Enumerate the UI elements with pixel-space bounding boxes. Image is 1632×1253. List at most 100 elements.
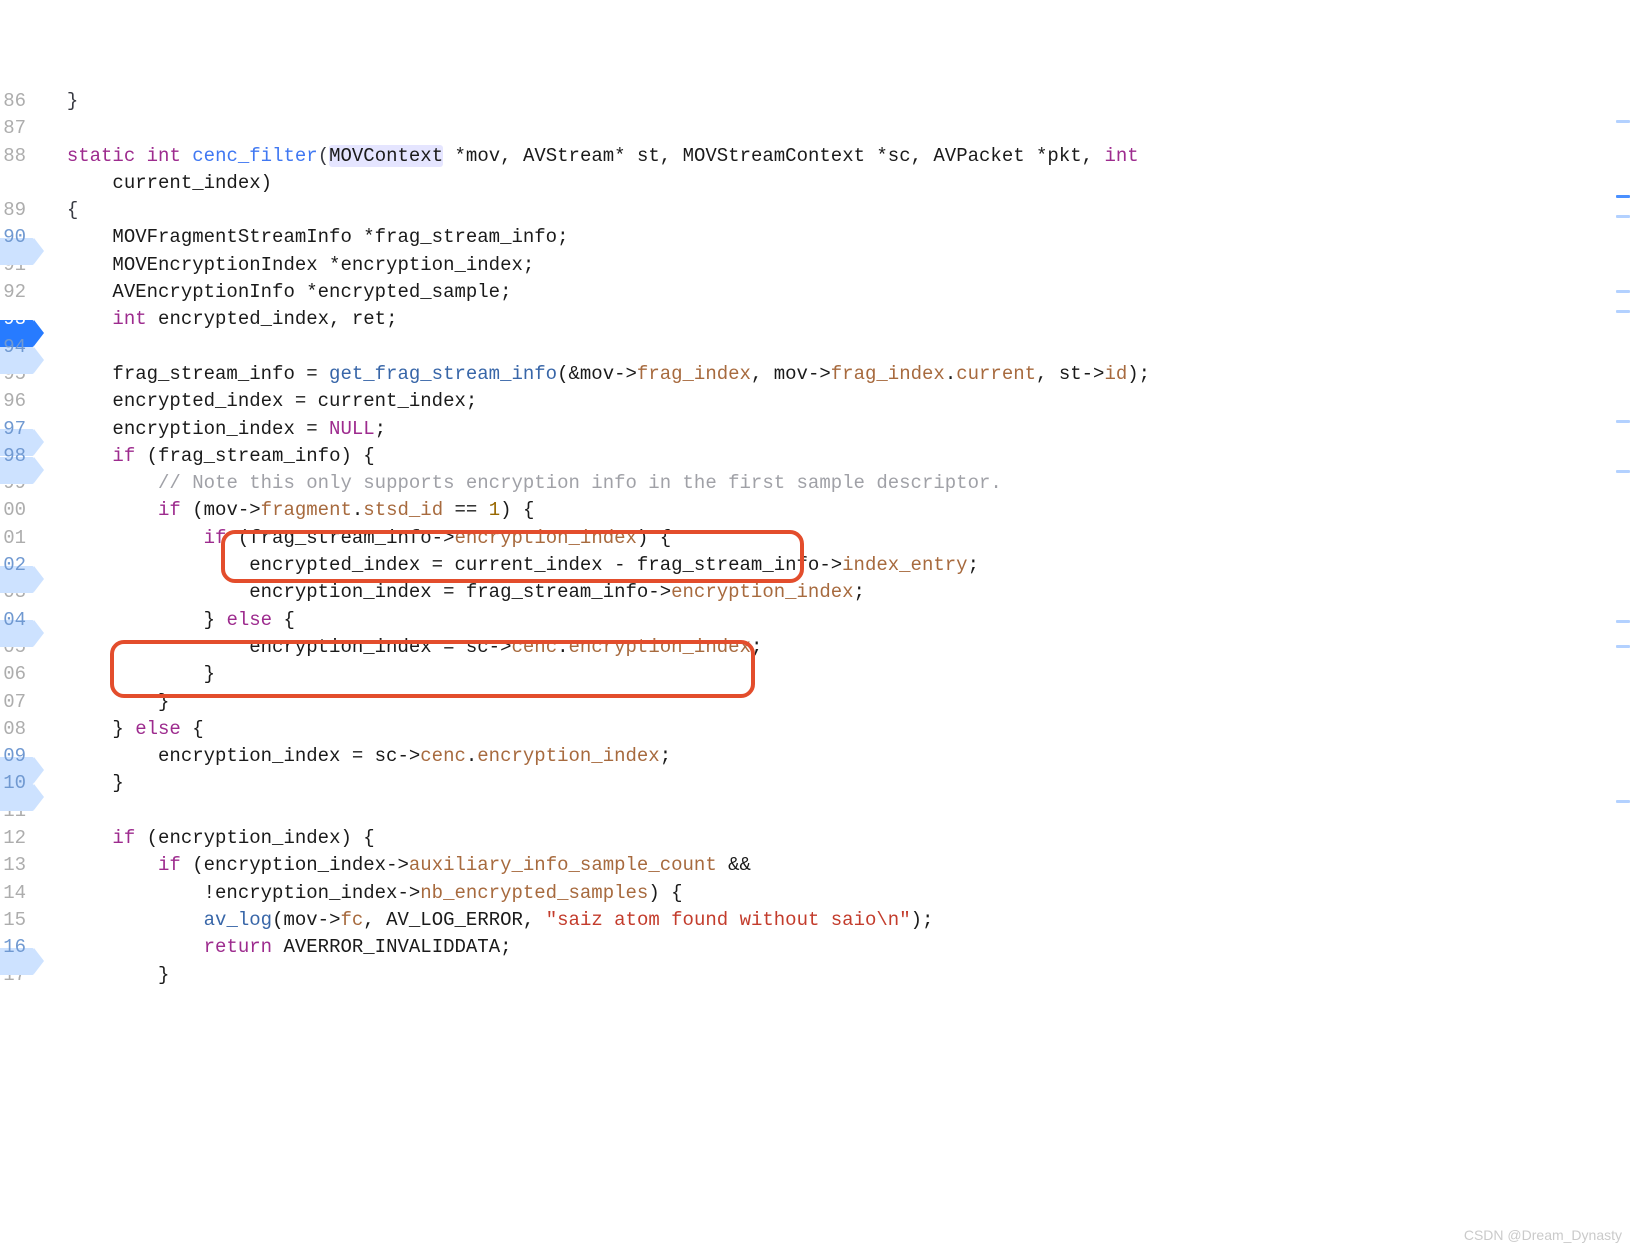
code-text[interactable]: int encrypted_index, ret; xyxy=(40,306,397,333)
line-number: 06 xyxy=(0,661,30,688)
minimap-marker xyxy=(1616,120,1630,123)
code-line[interactable]: 11 xyxy=(0,798,1150,825)
code-line[interactable]: 94 xyxy=(0,334,1150,361)
line-number: 92 xyxy=(0,279,30,306)
code-line[interactable]: 14 !encryption_index->nb_encrypted_sampl… xyxy=(0,880,1150,907)
code-line[interactable]: 05 encryption_index = sc->cenc.encryptio… xyxy=(0,634,1150,661)
code-text[interactable]: current_index) xyxy=(40,170,272,197)
code-text[interactable]: if (frag_stream_info) { xyxy=(40,443,375,470)
code-text[interactable]: } else { xyxy=(40,607,295,634)
code-text[interactable]: return AVERROR_INVALIDDATA; xyxy=(40,934,512,961)
code-text[interactable]: encrypted_index = current_index - frag_s… xyxy=(40,552,979,579)
code-text[interactable]: } xyxy=(40,770,124,797)
code-text[interactable]: MOVFragmentStreamInfo *frag_stream_info; xyxy=(40,224,569,251)
minimap-marker xyxy=(1616,470,1630,473)
line-number: 97 xyxy=(0,416,30,443)
code-text[interactable]: !encryption_index->nb_encrypted_samples)… xyxy=(40,880,683,907)
line-number: 16 xyxy=(0,934,30,961)
line-number: 86 xyxy=(0,88,30,115)
line-number: 13 xyxy=(0,852,30,879)
code-text[interactable]: av_log(mov->fc, AV_LOG_ERROR, "saiz atom… xyxy=(40,907,933,934)
code-text[interactable]: if (mov->fragment.stsd_id == 1) { xyxy=(40,497,534,524)
code-line[interactable]: 17 } xyxy=(0,962,1150,989)
minimap-marker xyxy=(1616,620,1630,623)
code-text[interactable]: static int cenc_filter(MOVContext *mov, … xyxy=(40,143,1139,170)
line-number: 07 xyxy=(0,689,30,716)
code-text[interactable]: encrypted_index = current_index; xyxy=(40,388,477,415)
code-text[interactable]: AVEncryptionInfo *encrypted_sample; xyxy=(40,279,511,306)
line-number: 15 xyxy=(0,907,30,934)
minimap-marker xyxy=(1616,310,1630,313)
line-number: 04 xyxy=(0,607,30,634)
code-content[interactable]: 86 }8788 static int cenc_filter(MOVConte… xyxy=(0,88,1150,989)
code-line[interactable]: 89 { xyxy=(0,197,1150,224)
line-number: 12 xyxy=(0,825,30,852)
code-line[interactable]: 09 encryption_index = sc->cenc.encryptio… xyxy=(0,743,1150,770)
code-text[interactable]: if (encryption_index->auxiliary_info_sam… xyxy=(40,852,751,879)
line-number: 87 xyxy=(0,115,30,142)
watermark: CSDN @Dream_Dynasty xyxy=(1464,1227,1622,1243)
minimap-marker xyxy=(1616,215,1630,218)
minimap-marker xyxy=(1616,420,1630,423)
code-line[interactable]: 01 if (frag_stream_info->encryption_inde… xyxy=(0,525,1150,552)
line-number: 09 xyxy=(0,743,30,770)
code-line[interactable]: 02 encrypted_index = current_index - fra… xyxy=(0,552,1150,579)
line-number: 89 xyxy=(0,197,30,224)
line-number: 98 xyxy=(0,443,30,470)
code-line[interactable]: 06 } xyxy=(0,661,1150,688)
code-line[interactable]: 93 int encrypted_index, ret; xyxy=(0,306,1150,333)
code-line[interactable]: 88 static int cenc_filter(MOVContext *mo… xyxy=(0,143,1150,170)
code-text[interactable]: { xyxy=(40,197,78,224)
code-line[interactable]: 90 MOVFragmentStreamInfo *frag_stream_in… xyxy=(0,224,1150,251)
code-text[interactable]: frag_stream_info = get_frag_stream_info(… xyxy=(40,361,1150,388)
code-line[interactable]: 00 if (mov->fragment.stsd_id == 1) { xyxy=(0,497,1150,524)
code-editor[interactable]: 86 }8788 static int cenc_filter(MOVConte… xyxy=(0,88,1632,989)
code-line[interactable]: 96 encrypted_index = current_index; xyxy=(0,388,1150,415)
code-text[interactable]: // Note this only supports encryption in… xyxy=(40,470,1002,497)
code-line[interactable]: 92 AVEncryptionInfo *encrypted_sample; xyxy=(0,279,1150,306)
code-line[interactable]: current_index) xyxy=(0,170,1150,197)
code-line[interactable]: 03 encryption_index = frag_stream_info->… xyxy=(0,579,1150,606)
code-line[interactable]: 91 MOVEncryptionIndex *encryption_index; xyxy=(0,252,1150,279)
code-text[interactable]: } xyxy=(40,689,169,716)
code-line[interactable]: 04 } else { xyxy=(0,607,1150,634)
minimap-marker xyxy=(1616,195,1630,198)
line-number: 14 xyxy=(0,880,30,907)
code-line[interactable]: 95 frag_stream_info = get_frag_stream_in… xyxy=(0,361,1150,388)
code-line[interactable]: 07 } xyxy=(0,689,1150,716)
line-number: 94 xyxy=(0,334,30,361)
code-line[interactable]: 16 return AVERROR_INVALIDDATA; xyxy=(0,934,1150,961)
minimap-marker xyxy=(1616,800,1630,803)
line-number: 08 xyxy=(0,716,30,743)
code-line[interactable]: 87 xyxy=(0,115,1150,142)
code-text[interactable]: encryption_index = frag_stream_info->enc… xyxy=(40,579,865,606)
code-text[interactable]: } else { xyxy=(40,716,204,743)
code-text[interactable]: encryption_index = sc->cenc.encryption_i… xyxy=(40,634,762,661)
code-line[interactable]: 86 } xyxy=(0,88,1150,115)
minimap[interactable] xyxy=(1614,0,1632,1253)
code-line[interactable]: 15 av_log(mov->fc, AV_LOG_ERROR, "saiz a… xyxy=(0,907,1150,934)
code-text[interactable]: } xyxy=(40,88,78,115)
line-number: 00 xyxy=(0,497,30,524)
code-text[interactable]: } xyxy=(40,661,215,688)
line-number: 90 xyxy=(0,224,30,251)
code-text[interactable]: MOVEncryptionIndex *encryption_index; xyxy=(40,252,534,279)
code-line[interactable]: 98 if (frag_stream_info) { xyxy=(0,443,1150,470)
code-line[interactable]: 12 if (encryption_index) { xyxy=(0,825,1150,852)
code-text[interactable]: if (encryption_index) { xyxy=(40,825,375,852)
code-line[interactable]: 99 // Note this only supports encryption… xyxy=(0,470,1150,497)
line-number: 02 xyxy=(0,552,30,579)
code-line[interactable]: 08 } else { xyxy=(0,716,1150,743)
code-line[interactable]: 13 if (encryption_index->auxiliary_info_… xyxy=(0,852,1150,879)
code-line[interactable]: 97 encryption_index = NULL; xyxy=(0,416,1150,443)
code-text[interactable]: if (frag_stream_info->encryption_index) … xyxy=(40,525,671,552)
code-line[interactable]: 10 } xyxy=(0,770,1150,797)
code-text[interactable]: encryption_index = sc->cenc.encryption_i… xyxy=(40,743,671,770)
line-number: 01 xyxy=(0,525,30,552)
line-number: 96 xyxy=(0,388,30,415)
line-number: 10 xyxy=(0,770,30,797)
line-number: 88 xyxy=(0,143,30,170)
code-text[interactable]: encryption_index = NULL; xyxy=(40,416,386,443)
code-text[interactable]: } xyxy=(40,962,169,989)
minimap-marker xyxy=(1616,290,1630,293)
